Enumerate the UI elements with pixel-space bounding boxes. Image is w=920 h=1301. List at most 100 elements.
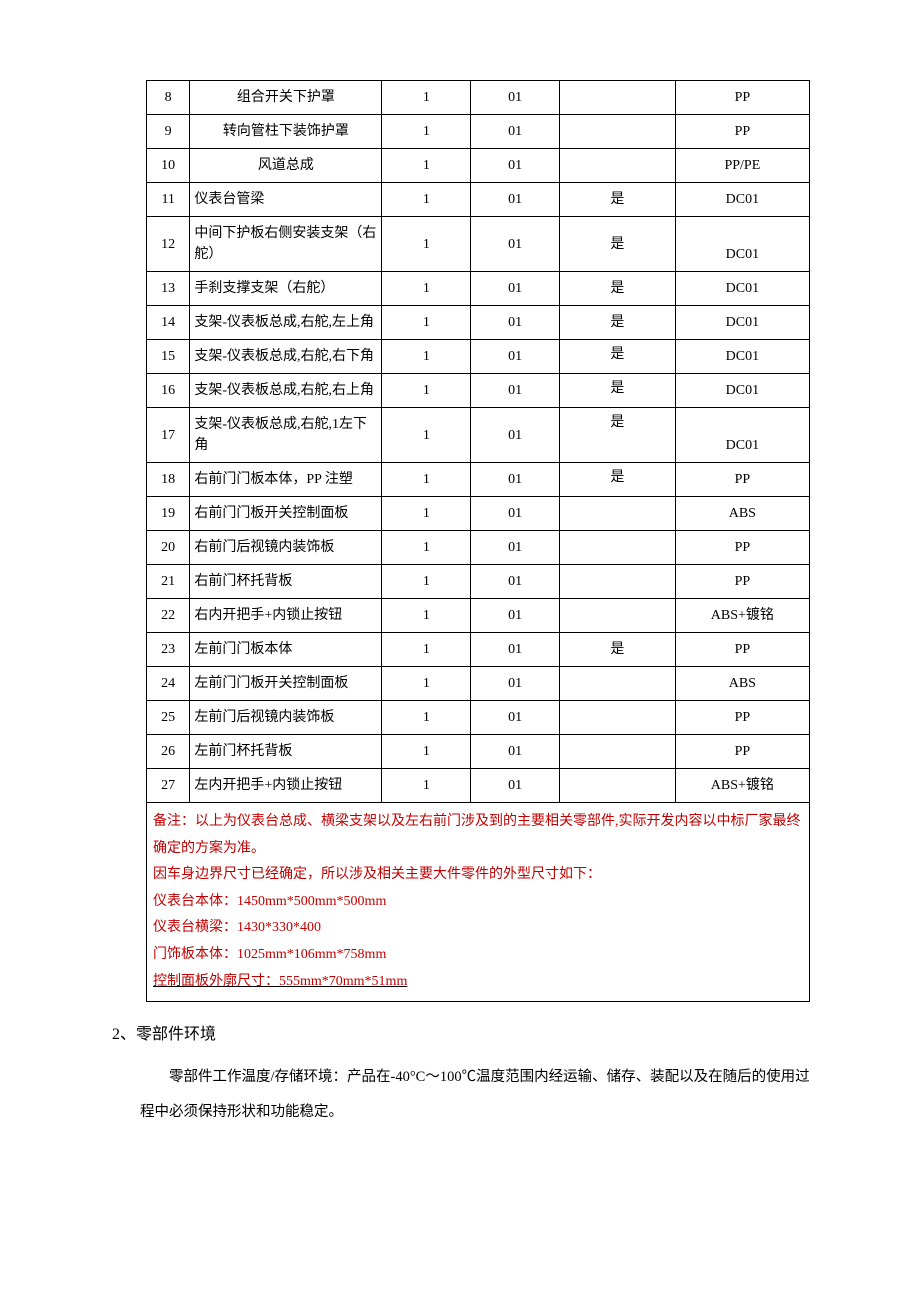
cell-code: 01	[471, 81, 560, 115]
cell-qty: 1	[382, 115, 471, 149]
cell-material: ABS	[675, 497, 809, 531]
cell-name: 右前门后视镜内装饰板	[190, 531, 382, 565]
cell-name: 右前门门板开关控制面板	[190, 497, 382, 531]
cell-code: 01	[471, 701, 560, 735]
cell-flag	[560, 149, 676, 183]
cell-material: DC01	[675, 408, 809, 463]
cell-name: 手刹支撑支架（右舵）	[190, 272, 382, 306]
cell-name: 风道总成	[190, 149, 382, 183]
cell-flag: 是	[560, 272, 676, 306]
cell-name: 左前门门板本体	[190, 633, 382, 667]
cell-code: 01	[471, 272, 560, 306]
table-row: 21右前门杯托背板101PP	[147, 565, 810, 599]
cell-code: 01	[471, 735, 560, 769]
cell-flag: 是	[560, 408, 676, 463]
note-line-2: 因车身边界尺寸已经确定，所以涉及相关主要大件零件的外型尺寸如下：	[153, 862, 803, 889]
cell-num: 15	[147, 340, 190, 374]
table-row: 23左前门门板本体101是PP	[147, 633, 810, 667]
cell-name: 左内开把手+内锁止按钮	[190, 769, 382, 803]
table-row: 15支架-仪表板总成,右舵,右下角101是DC01	[147, 340, 810, 374]
cell-qty: 1	[382, 565, 471, 599]
cell-flag	[560, 81, 676, 115]
cell-code: 01	[471, 340, 560, 374]
table-row: 20右前门后视镜内装饰板101PP	[147, 531, 810, 565]
cell-num: 13	[147, 272, 190, 306]
cell-name: 右前门门板本体，PP 注塑	[190, 463, 382, 497]
cell-material: DC01	[675, 374, 809, 408]
cell-num: 24	[147, 667, 190, 701]
table-row: 24左前门门板开关控制面板101ABS	[147, 667, 810, 701]
cell-name: 支架-仪表板总成,右舵,右上角	[190, 374, 382, 408]
cell-material: DC01	[675, 340, 809, 374]
cell-code: 01	[471, 149, 560, 183]
cell-qty: 1	[382, 701, 471, 735]
cell-num: 11	[147, 183, 190, 217]
table-row: 9转向管柱下装饰护罩101PP	[147, 115, 810, 149]
note-line-3: 仪表台本体：1450mm*500mm*500mm	[153, 889, 803, 916]
cell-num: 17	[147, 408, 190, 463]
cell-flag: 是	[560, 306, 676, 340]
cell-code: 01	[471, 374, 560, 408]
cell-flag	[560, 531, 676, 565]
cell-code: 01	[471, 217, 560, 272]
cell-material: DC01	[675, 306, 809, 340]
cell-code: 01	[471, 115, 560, 149]
cell-qty: 1	[382, 735, 471, 769]
table-row: 25左前门后视镜内装饰板101PP	[147, 701, 810, 735]
cell-code: 01	[471, 769, 560, 803]
cell-flag	[560, 565, 676, 599]
table-row: 18右前门门板本体，PP 注塑101是PP	[147, 463, 810, 497]
cell-qty: 1	[382, 463, 471, 497]
cell-flag: 是	[560, 374, 676, 408]
cell-qty: 1	[382, 183, 471, 217]
cell-code: 01	[471, 531, 560, 565]
cell-name: 中间下护板右侧安装支架（右舵）	[190, 217, 382, 272]
cell-material: DC01	[675, 272, 809, 306]
cell-code: 01	[471, 633, 560, 667]
cell-num: 27	[147, 769, 190, 803]
cell-material: DC01	[675, 217, 809, 272]
cell-qty: 1	[382, 633, 471, 667]
cell-num: 14	[147, 306, 190, 340]
cell-qty: 1	[382, 667, 471, 701]
cell-num: 16	[147, 374, 190, 408]
cell-qty: 1	[382, 374, 471, 408]
table-row: 14支架-仪表板总成,右舵,左上角101是DC01	[147, 306, 810, 340]
cell-flag	[560, 115, 676, 149]
cell-qty: 1	[382, 497, 471, 531]
table-row: 17支架-仪表板总成,右舵,1左下角101是DC01	[147, 408, 810, 463]
note-cell: 备注：以上为仪表台总成、横梁支架以及左右前门涉及到的主要相关零部件,实际开发内容…	[147, 803, 810, 1002]
cell-material: ABS	[675, 667, 809, 701]
cell-qty: 1	[382, 340, 471, 374]
cell-num: 26	[147, 735, 190, 769]
cell-num: 22	[147, 599, 190, 633]
cell-code: 01	[471, 183, 560, 217]
section-heading: 2、零部件环境	[112, 1020, 810, 1044]
cell-num: 18	[147, 463, 190, 497]
cell-name: 左前门杯托背板	[190, 735, 382, 769]
cell-material: PP	[675, 701, 809, 735]
cell-qty: 1	[382, 306, 471, 340]
table-row: 12中间下护板右侧安装支架（右舵）101是DC01	[147, 217, 810, 272]
table-row: 8组合开关下护罩101PP	[147, 81, 810, 115]
cell-name: 左前门门板开关控制面板	[190, 667, 382, 701]
cell-qty: 1	[382, 531, 471, 565]
cell-flag	[560, 769, 676, 803]
cell-code: 01	[471, 463, 560, 497]
cell-code: 01	[471, 497, 560, 531]
cell-num: 21	[147, 565, 190, 599]
cell-name: 仪表台管梁	[190, 183, 382, 217]
body-paragraph: 零部件工作温度/存储环境：产品在-40°C～100℃温度范围内经运输、储存、装配…	[140, 1060, 810, 1130]
table-row: 22右内开把手+内锁止按钮101ABS+镀铭	[147, 599, 810, 633]
cell-num: 25	[147, 701, 190, 735]
table-row: 27左内开把手+内锁止按钮101ABS+镀铭	[147, 769, 810, 803]
cell-num: 10	[147, 149, 190, 183]
cell-name: 右内开把手+内锁止按钮	[190, 599, 382, 633]
table-row: 13手刹支撑支架（右舵）101是DC01	[147, 272, 810, 306]
cell-qty: 1	[382, 408, 471, 463]
cell-flag: 是	[560, 217, 676, 272]
cell-flag: 是	[560, 340, 676, 374]
cell-material: PP	[675, 81, 809, 115]
table-row: 26左前门杯托背板101 PP	[147, 735, 810, 769]
cell-material: PP	[675, 735, 809, 769]
